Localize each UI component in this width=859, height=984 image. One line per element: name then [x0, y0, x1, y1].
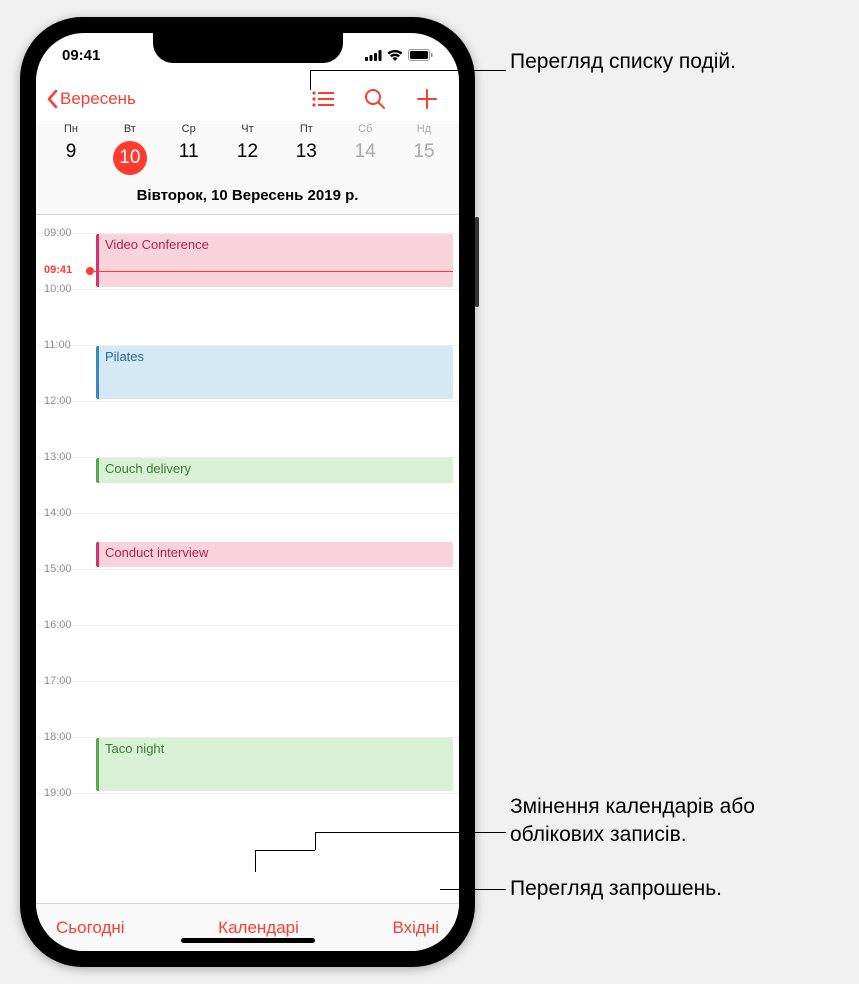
hour-label: 11:00 [44, 339, 71, 351]
battery-icon [408, 49, 433, 61]
day-number[interactable]: 11 [166, 135, 212, 181]
bottom-toolbar: Сьогодні Календарі Вхідні [36, 903, 459, 951]
full-date-label: Вівторок, 10 Вересень 2019 р. [40, 181, 455, 214]
calendars-button[interactable]: Календарі [218, 918, 299, 938]
hour-label: 19:00 [44, 787, 72, 799]
nav-actions [311, 87, 449, 111]
hour-row: 19:00 [36, 793, 459, 849]
today-button[interactable]: Сьогодні [56, 918, 125, 938]
weekday-label: Чт [224, 123, 270, 135]
week-header: Пн Вт Ср Чт Пт Сб Нд 9 10 11 12 13 14 15 Вівторок, 1… [36, 121, 459, 215]
weekday-label: Вт [107, 123, 153, 135]
hour-label: 13:00 [44, 451, 72, 463]
hour-row: 16:00 [36, 625, 459, 681]
hour-label: 12:00 [44, 395, 72, 407]
day-number[interactable]: 13 [283, 135, 329, 181]
calendar-event[interactable]: Conduct interview [96, 542, 453, 567]
back-label: Вересень [60, 89, 136, 109]
notch [153, 33, 343, 63]
hour-row: 12:00 [36, 401, 459, 457]
hour-row: 10:00 [36, 289, 459, 345]
wifi-icon [387, 50, 403, 61]
phone-frame: 09:41 Вересень [20, 17, 475, 967]
hour-label: 16:00 [44, 619, 72, 631]
status-time: 09:41 [62, 47, 100, 64]
calendar-event[interactable]: Pilates [96, 346, 453, 399]
hour-row: 17:00 [36, 681, 459, 737]
add-icon[interactable] [415, 87, 439, 111]
screen: 09:41 Вересень [36, 33, 459, 951]
hour-label: 09:00 [44, 227, 72, 239]
day-number[interactable]: 12 [224, 135, 270, 181]
hour-row: 15:00 [36, 569, 459, 625]
callout-invites: Перегляд запрошень. [510, 875, 722, 903]
weekday-label: Ср [166, 123, 212, 135]
day-number[interactable]: 10 [107, 135, 153, 181]
hour-label: 14:00 [44, 507, 72, 519]
weekday-label: Сб [342, 123, 388, 135]
hour-label: 15:00 [44, 563, 72, 575]
callout-calendars: Змінення календарів або облікових записі… [510, 793, 840, 850]
hour-label: 18:00 [44, 731, 72, 743]
calendar-event[interactable]: Couch delivery [96, 458, 453, 483]
current-time-indicator [90, 271, 453, 272]
day-number[interactable]: 14 [342, 135, 388, 181]
search-icon[interactable] [363, 87, 387, 111]
nav-bar: Вересень [36, 77, 459, 121]
callout-list-view: Перегляд списку подій. [510, 48, 736, 76]
home-indicator[interactable] [181, 938, 315, 943]
hour-label: 17:00 [44, 675, 72, 687]
back-button[interactable]: Вересень [46, 89, 136, 109]
calendar-event[interactable]: Video Conference [96, 234, 453, 287]
daynum-row: 9 10 11 12 13 14 15 [40, 135, 455, 181]
current-time-label: 09:41 [44, 264, 72, 276]
day-number[interactable]: 9 [48, 135, 94, 181]
hour-label: 10:00 [44, 283, 72, 295]
status-right [365, 49, 433, 61]
weekday-label: Нд [401, 123, 447, 135]
weekday-label: Пн [48, 123, 94, 135]
inbox-button[interactable]: Вхідні [392, 918, 439, 938]
day-timeline[interactable]: 09:0010:0011:0012:0013:0014:0015:0016:00… [36, 215, 459, 903]
weekday-row: Пн Вт Ср Чт Пт Сб Нд [40, 123, 455, 135]
weekday-label: Пт [283, 123, 329, 135]
list-view-icon[interactable] [311, 87, 335, 111]
cellular-signal-icon [365, 50, 382, 61]
calendar-event[interactable]: Taco night [96, 738, 453, 791]
day-number[interactable]: 15 [401, 135, 447, 181]
